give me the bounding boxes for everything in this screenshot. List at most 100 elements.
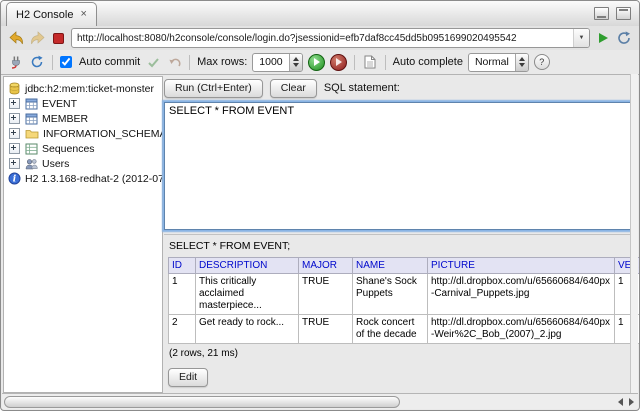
tree-item-member[interactable]: MEMBER bbox=[4, 111, 162, 126]
table-icon bbox=[25, 113, 38, 125]
executed-query: SELECT * FROM EVENT; bbox=[169, 240, 632, 252]
refresh-page-icon[interactable] bbox=[616, 30, 632, 46]
max-rows-value: 1000 bbox=[253, 54, 288, 71]
horizontal-scrollbar[interactable] bbox=[2, 393, 638, 409]
auto-complete-label: Auto complete bbox=[393, 56, 463, 68]
sql-input[interactable]: SELECT * FROM EVENT bbox=[164, 102, 632, 230]
cell-name: Shane's Sock Puppets bbox=[353, 274, 428, 315]
max-rows-select[interactable]: 1000 bbox=[252, 53, 302, 72]
close-icon[interactable]: × bbox=[80, 9, 86, 20]
url-field: ▼ bbox=[71, 28, 590, 48]
database-tree: jdbc:h2:mem:ticket-monster EVENT MEMBER … bbox=[3, 76, 163, 393]
results-table: ID DESCRIPTION MAJOR NAME PICTURE VERSIO… bbox=[168, 257, 640, 344]
cell-description: Get ready to rock... bbox=[196, 315, 299, 344]
disconnect-icon[interactable] bbox=[8, 54, 24, 70]
toolbar-separator bbox=[52, 55, 53, 70]
stepper-icon[interactable] bbox=[515, 54, 528, 71]
tab-h2-console[interactable]: H2 Console × bbox=[6, 2, 97, 27]
maximize-icon[interactable] bbox=[616, 7, 631, 20]
tree-item-connection[interactable]: jdbc:h2:mem:ticket-monster bbox=[4, 81, 162, 96]
scroll-right-icon[interactable] bbox=[629, 398, 634, 406]
query-panel: Run (Ctrl+Enter) Clear SQL statement: SE… bbox=[164, 76, 632, 393]
tree-item-users[interactable]: Users bbox=[4, 156, 162, 171]
go-icon[interactable] bbox=[595, 30, 611, 46]
tree-item-sequences[interactable]: Sequences bbox=[4, 141, 162, 156]
expand-icon[interactable] bbox=[9, 158, 20, 169]
minimize-icon[interactable] bbox=[594, 7, 609, 20]
auto-complete-select[interactable]: Normal bbox=[468, 53, 529, 72]
auto-complete-value: Normal bbox=[469, 54, 515, 71]
max-rows-label: Max rows: bbox=[197, 56, 247, 68]
run-button[interactable]: Run (Ctrl+Enter) bbox=[164, 79, 263, 98]
tab-title: H2 Console bbox=[16, 9, 73, 21]
tree-item-information-schema[interactable]: INFORMATION_SCHEMA bbox=[4, 126, 162, 141]
vertical-scrollbar[interactable] bbox=[630, 74, 638, 394]
tree-item-label: MEMBER bbox=[42, 113, 88, 125]
info-icon: i bbox=[8, 172, 21, 185]
auto-commit-label: Auto commit bbox=[79, 56, 140, 68]
edit-result-icon[interactable] bbox=[362, 54, 378, 70]
folder-icon bbox=[25, 128, 39, 139]
h2-console-view: H2 Console × ▼ bbox=[0, 0, 640, 411]
expand-icon[interactable] bbox=[9, 98, 20, 109]
stepper-icon[interactable] bbox=[289, 54, 302, 71]
tree-item-label: H2 1.3.168-redhat-2 (2012-07-13 bbox=[25, 173, 162, 185]
cell-description: This critically acclaimed masterpiece... bbox=[196, 274, 299, 315]
results-panel: SELECT * FROM EVENT; ID DESCRIPTION MAJO… bbox=[164, 234, 632, 393]
stop-icon[interactable] bbox=[50, 30, 66, 46]
scroll-left-icon[interactable] bbox=[618, 398, 623, 406]
help-icon[interactable]: ? bbox=[534, 54, 550, 70]
tree-item-label: Users bbox=[42, 158, 69, 170]
tree-item-label: EVENT bbox=[42, 98, 77, 110]
tree-item-label: jdbc:h2:mem:ticket-monster bbox=[25, 83, 154, 95]
toolbar-separator bbox=[385, 55, 386, 70]
tree-item-version: i H2 1.3.168-redhat-2 (2012-07-13 bbox=[4, 171, 162, 186]
expand-icon[interactable] bbox=[9, 113, 20, 124]
table-header-row: ID DESCRIPTION MAJOR NAME PICTURE VERSIO… bbox=[169, 258, 640, 274]
col-id: ID bbox=[169, 258, 196, 274]
toolbar-separator bbox=[354, 55, 355, 70]
url-dropdown-icon[interactable]: ▼ bbox=[573, 29, 589, 47]
url-input[interactable] bbox=[72, 33, 573, 44]
auto-commit-checkbox[interactable] bbox=[60, 56, 72, 68]
cell-picture: http://dl.dropbox.com/u/65660684/640px-C… bbox=[428, 274, 615, 315]
toolbar-separator bbox=[189, 55, 190, 70]
refresh-objects-icon[interactable] bbox=[29, 54, 45, 70]
cell-picture: http://dl.dropbox.com/u/65660684/640px-W… bbox=[428, 315, 615, 344]
tree-item-label: Sequences bbox=[42, 143, 95, 155]
row-count-status: (2 rows, 21 ms) bbox=[169, 348, 632, 359]
tree-item-label: INFORMATION_SCHEMA bbox=[43, 128, 162, 140]
cell-id: 2 bbox=[169, 315, 196, 344]
col-description: DESCRIPTION bbox=[196, 258, 299, 274]
col-picture: PICTURE bbox=[428, 258, 615, 274]
col-name: NAME bbox=[353, 258, 428, 274]
table-icon bbox=[25, 98, 38, 110]
cell-name: Rock concert of the decade bbox=[353, 315, 428, 344]
rollback-icon[interactable] bbox=[166, 54, 182, 70]
h2-toolbar: Auto commit Max rows: 1000 Auto complete… bbox=[1, 50, 639, 75]
forward-icon[interactable] bbox=[29, 30, 45, 46]
edit-button[interactable]: Edit bbox=[168, 368, 208, 387]
sql-statement-label: SQL statement: bbox=[324, 82, 400, 94]
cell-id: 1 bbox=[169, 274, 196, 315]
users-icon bbox=[25, 158, 38, 170]
run-selected-icon[interactable] bbox=[330, 54, 347, 71]
table-row: 1 This critically acclaimed masterpiece.… bbox=[169, 274, 640, 315]
commit-icon[interactable] bbox=[145, 54, 161, 70]
run-icon[interactable] bbox=[308, 54, 325, 71]
cell-major: TRUE bbox=[299, 274, 353, 315]
svg-text:i: i bbox=[13, 175, 17, 185]
database-icon bbox=[8, 82, 21, 95]
expand-icon[interactable] bbox=[9, 143, 20, 154]
back-icon[interactable] bbox=[8, 30, 24, 46]
clear-button[interactable]: Clear bbox=[270, 79, 317, 98]
view-tab-bar: H2 Console × bbox=[1, 1, 639, 27]
table-row: 2 Get ready to rock... TRUE Rock concert… bbox=[169, 315, 640, 344]
sequences-icon bbox=[25, 143, 38, 155]
expand-icon[interactable] bbox=[9, 128, 20, 139]
tree-item-event[interactable]: EVENT bbox=[4, 96, 162, 111]
browser-toolbar: ▼ bbox=[1, 26, 639, 51]
scrollbar-thumb[interactable] bbox=[4, 396, 400, 408]
col-major: MAJOR bbox=[299, 258, 353, 274]
cell-major: TRUE bbox=[299, 315, 353, 344]
